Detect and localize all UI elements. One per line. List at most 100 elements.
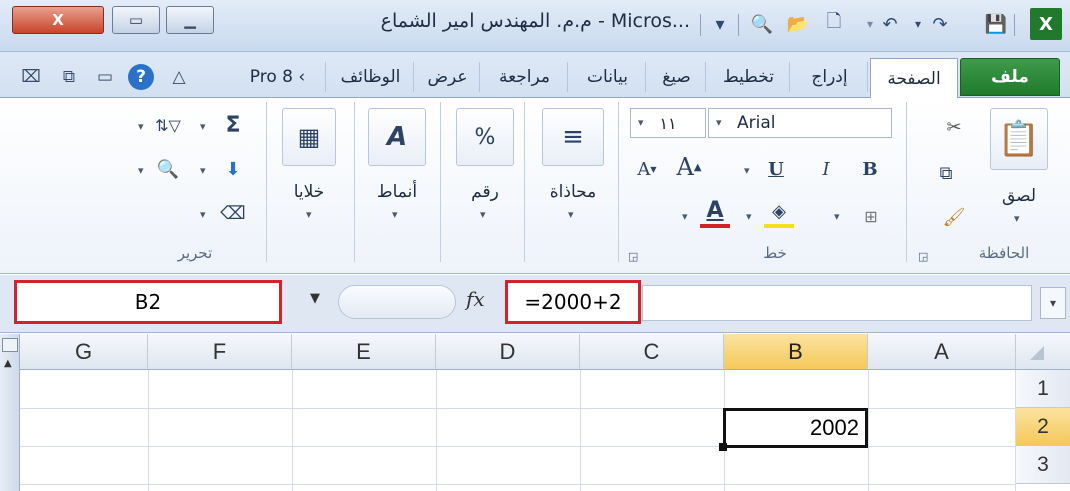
restore-button[interactable]: ▭ <box>112 6 160 34</box>
tab-insert[interactable]: إدراج <box>792 62 868 92</box>
minimize-workbook-icon[interactable]: ▭ <box>92 64 118 90</box>
find-select-dropdown-icon[interactable]: ▾ <box>138 164 144 177</box>
styles-dropdown-icon[interactable]: ▾ <box>392 208 398 221</box>
worksheet-grid[interactable]: ▲ G F E D C B A 1 2 3 2002 <box>0 334 1070 491</box>
name-box-dropdown-icon[interactable]: ▼ <box>310 291 320 306</box>
formula-input[interactable]: =2000+2 <box>505 280 641 324</box>
redo-icon[interactable]: ↷ <box>926 10 954 38</box>
row-header-2[interactable]: 2 <box>1016 408 1070 446</box>
font-name-dropdown-icon[interactable]: ▾ <box>716 116 722 129</box>
name-box[interactable]: B2 <box>14 280 282 324</box>
close-workbook-icon[interactable]: ⌧ <box>18 64 44 90</box>
cells-button[interactable]: خلايا <box>276 182 342 202</box>
open-folder-icon[interactable]: 📂 <box>784 10 812 38</box>
window-title: م.م. المهندس امير الشماع - Micros... <box>380 10 690 32</box>
sort-filter-icon[interactable]: ⇅▽ <box>148 108 188 142</box>
find-select-icon[interactable]: 🔍 <box>150 154 186 184</box>
insert-function-icon[interactable]: fx <box>466 287 485 311</box>
formula-input-area[interactable] <box>642 285 1032 321</box>
column-header-f[interactable]: F <box>148 334 292 370</box>
increase-font-icon[interactable]: A ▲ <box>672 150 706 184</box>
fill-dropdown-icon[interactable]: ▾ <box>200 164 206 177</box>
clipboard-group-label: الحافظة <box>978 244 1030 262</box>
close-button[interactable]: X <box>12 6 104 34</box>
tab-pro8[interactable]: Pro 8 ‹ <box>230 62 326 92</box>
row-header-3[interactable]: 3 <box>1016 446 1070 484</box>
number-button[interactable]: رقم <box>450 182 520 202</box>
tab-review[interactable]: مراجعة <box>482 62 568 92</box>
cut-icon[interactable]: ✂ <box>938 112 970 142</box>
clear-dropdown-icon[interactable]: ▾ <box>200 208 206 221</box>
expand-formula-bar-icon[interactable]: ▾ <box>1040 287 1066 319</box>
customize-toolbar-icon[interactable]: ▾ <box>706 10 734 38</box>
bold-icon[interactable]: B <box>856 154 884 184</box>
title-bar: X ▭ ▁ م.م. المهندس امير الشماع - Micros.… <box>0 0 1070 52</box>
alignment-button[interactable]: محاذاة <box>530 182 616 202</box>
underline-dropdown-icon[interactable]: ▾ <box>744 164 750 177</box>
font-size-dropdown-icon[interactable]: ▾ <box>638 116 644 129</box>
paste-dropdown-icon[interactable]: ▾ <box>1014 212 1020 225</box>
tab-page-layout[interactable]: تخطيط <box>708 62 790 92</box>
fill-icon[interactable]: ⬇ <box>218 154 248 184</box>
styles-icon[interactable]: A <box>368 108 426 166</box>
underline-icon[interactable]: U <box>762 154 790 184</box>
tab-file[interactable]: ملف <box>960 58 1060 96</box>
tab-home[interactable]: الصفحة <box>870 58 958 98</box>
formula-bar: B2 ▼ fx =2000+2 ▾ <box>0 275 1070 333</box>
column-header-c[interactable]: C <box>580 334 724 370</box>
italic-icon[interactable]: I <box>812 154 840 184</box>
editing-group-label: تحرير <box>177 244 213 262</box>
column-header-g[interactable]: G <box>20 334 148 370</box>
active-cell-b2[interactable]: 2002 <box>723 408 868 448</box>
gridline <box>292 370 293 491</box>
separator <box>700 14 701 36</box>
tab-data[interactable]: بيانات <box>570 62 646 92</box>
sort-filter-dropdown-icon[interactable]: ▾ <box>138 120 144 133</box>
column-header-e[interactable]: E <box>292 334 436 370</box>
restore-workbook-icon[interactable]: ⧉ <box>56 64 82 90</box>
clipboard-launcher-icon[interactable]: ◲ <box>918 250 928 263</box>
scroll-up-icon[interactable]: ▲ <box>4 358 12 369</box>
tab-formulas[interactable]: صيغ <box>648 62 706 92</box>
font-color-icon[interactable]: A <box>700 196 730 228</box>
print-preview-icon[interactable]: 🔍 <box>748 10 776 38</box>
undo-icon[interactable]: ↶ <box>876 10 904 38</box>
tab-functions[interactable]: الوظائف <box>328 62 414 92</box>
fill-handle[interactable] <box>719 443 727 451</box>
tab-view[interactable]: عرض <box>416 62 480 92</box>
alignment-icon[interactable]: ≡ <box>542 108 604 166</box>
column-header-b[interactable]: B <box>724 334 868 370</box>
excel-logo-icon: X <box>1030 8 1062 40</box>
decrease-font-icon[interactable]: A ▼ <box>630 154 664 184</box>
fill-color-icon[interactable]: ◈ <box>764 198 794 228</box>
font-name-select[interactable]: Arial <box>708 108 892 138</box>
save-icon[interactable]: 💾 <box>982 10 1010 38</box>
fill-color-dropdown-icon[interactable]: ▾ <box>746 210 752 223</box>
row-header-1[interactable]: 1 <box>1016 370 1070 408</box>
new-document-icon[interactable]: 🗋 <box>820 10 848 38</box>
percent-icon[interactable]: % <box>456 108 514 166</box>
column-header-a[interactable]: A <box>868 334 1016 370</box>
format-painter-icon[interactable]: 🖌 <box>938 202 970 232</box>
number-dropdown-icon[interactable]: ▾ <box>480 208 486 221</box>
font-color-dropdown-icon[interactable]: ▾ <box>682 210 688 223</box>
minimize-ribbon-icon[interactable]: △ <box>166 64 192 90</box>
cells-icon[interactable]: ▦ <box>282 108 336 166</box>
help-icon[interactable]: ? <box>128 64 154 90</box>
borders-icon[interactable]: ⊞ <box>858 202 884 230</box>
paste-button[interactable]: لصق <box>986 186 1052 206</box>
paste-icon[interactable]: 📋 <box>990 108 1048 170</box>
font-launcher-icon[interactable]: ◲ <box>628 250 638 263</box>
autosum-icon[interactable]: Σ <box>218 110 248 140</box>
clear-icon[interactable]: ⌫ <box>218 198 248 228</box>
copy-icon[interactable]: ⧉ <box>922 158 970 188</box>
separator <box>906 102 907 262</box>
column-header-d[interactable]: D <box>436 334 580 370</box>
autosum-dropdown-icon[interactable]: ▾ <box>200 120 206 133</box>
borders-dropdown-icon[interactable]: ▾ <box>834 210 840 223</box>
alignment-dropdown-icon[interactable]: ▾ <box>568 208 574 221</box>
styles-button[interactable]: أنماط <box>360 182 434 202</box>
minimize-button[interactable]: ▁ <box>166 6 214 34</box>
cells-dropdown-icon[interactable]: ▾ <box>306 208 312 221</box>
split-box-icon[interactable] <box>2 338 18 352</box>
